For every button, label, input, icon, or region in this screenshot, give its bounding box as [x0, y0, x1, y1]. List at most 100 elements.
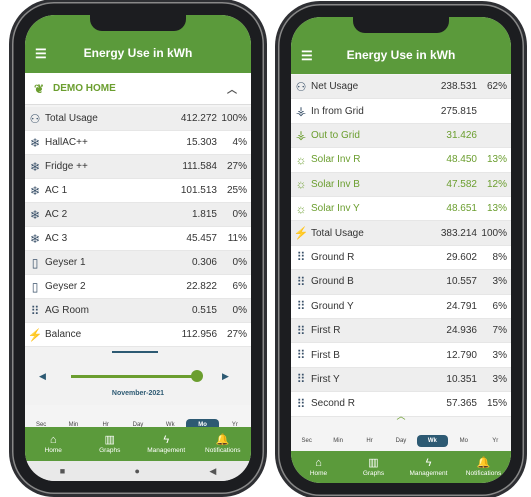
lightning-icon: ⚡	[293, 226, 309, 241]
row-value: 47.582	[446, 178, 477, 190]
tab-home[interactable]: ⌂ Home	[291, 451, 346, 483]
row-value: 31.426	[446, 129, 477, 141]
home-circle-icon[interactable]: ●	[135, 466, 140, 476]
tab-management[interactable]: ϟ Management	[401, 451, 456, 483]
tab-graphs[interactable]: ▥ Graphs	[82, 427, 139, 461]
snowflake-icon: ❄	[29, 135, 41, 150]
usage-row[interactable]: ⚶ Out to Grid 31.426	[291, 123, 511, 149]
app-title: Energy Use in kWh	[346, 48, 456, 62]
usage-row[interactable]: ⠿ AG Room 0.515 0%	[25, 299, 251, 323]
tab-home[interactable]: ⌂ Home	[25, 427, 82, 461]
usage-row[interactable]: ⚡ Balance 112.956 27%	[25, 323, 251, 347]
row-percent: 13%	[486, 154, 507, 166]
period-yr[interactable]: Yr	[480, 438, 511, 444]
notch	[90, 15, 186, 31]
arrow-right-icon[interactable]: ▶	[222, 371, 229, 382]
chart-area: ◀ ▶ November-2021	[25, 347, 251, 405]
grid-dots-icon: ⠿	[296, 274, 306, 289]
row-percent: 15%	[486, 398, 507, 410]
row-value: 275.815	[440, 105, 477, 117]
tab-label: Notifications	[205, 447, 241, 454]
usage-row[interactable]: ▯ Geyser 1 0.306 0%	[25, 251, 251, 275]
usage-row[interactable]: ▯ Geyser 2 22.822 6%	[25, 275, 251, 299]
home-name: DEMO HOME	[53, 83, 116, 94]
tab-label: Notifications	[465, 470, 502, 477]
usage-row[interactable]: ☼ Solar Inv Y 48.651 13%	[291, 197, 511, 222]
row-percent: 12%	[486, 178, 507, 190]
row-value: 10.557	[446, 276, 477, 288]
tab-graphs[interactable]: ▥ Graphs	[346, 451, 401, 483]
usage-row[interactable]: ⠿ First B 12.790 3%	[291, 343, 511, 368]
grid-dots-icon: ⠿	[296, 299, 306, 314]
snowflake-icon: ❄	[29, 159, 41, 174]
row-value: 29.602	[446, 251, 477, 263]
usage-row[interactable]: ❄ AC 3 45.457 11%	[25, 227, 251, 251]
usage-row[interactable]: ⠿ Ground R 29.602 8%	[291, 245, 511, 271]
usage-row[interactable]: ⚡ Total Usage 383.214 100%	[291, 221, 511, 246]
tab-label: Home	[309, 470, 328, 477]
row-label: AC 1	[45, 185, 68, 196]
row-label: Ground R	[311, 251, 355, 263]
chevron-up-icon[interactable]: ︿	[227, 81, 251, 96]
usage-row[interactable]: ❄ Fridge ++ 111.584 27%	[25, 155, 251, 179]
grid-dots-icon: ⠿	[296, 323, 306, 338]
row-percent: 6%	[232, 281, 247, 292]
row-value: 0.515	[191, 305, 217, 316]
tab-label: Management	[409, 470, 448, 477]
row-percent: 0%	[232, 257, 247, 268]
row-value: 112.956	[181, 329, 217, 340]
row-value: 10.351	[446, 373, 477, 385]
period-day[interactable]: Day	[385, 438, 416, 444]
row-value: 48.651	[446, 203, 477, 215]
period-sec[interactable]: Sec	[291, 438, 322, 444]
row-label: Balance	[45, 329, 82, 340]
usage-row[interactable]: ⚶ In from Grid 275.815	[291, 99, 511, 124]
row-value: 22.822	[186, 281, 217, 292]
row-label: Geyser 2	[45, 281, 86, 292]
tower-icon: ⚶	[295, 128, 307, 143]
usage-row[interactable]: ⠿ Ground B 10.557 3%	[291, 270, 511, 295]
row-label: First Y	[311, 373, 340, 385]
row-percent: 62%	[486, 81, 507, 93]
row-label: Out to Grid	[311, 129, 360, 141]
usage-row[interactable]: ⠿ First Y 10.351 3%	[291, 367, 511, 393]
usage-row[interactable]: ❄ AC 1 101.513 25%	[25, 179, 251, 203]
snowflake-icon: ❄	[29, 231, 41, 246]
date-slider-thumb[interactable]	[191, 370, 203, 382]
lightning-icon: ⚡	[27, 327, 43, 342]
row-value: 45.457	[186, 233, 217, 244]
usage-row[interactable]: ❄ AC 2 1.815 0%	[25, 203, 251, 227]
usage-row[interactable]: ☼ Solar Inv R 48.450 13%	[291, 148, 511, 173]
row-value: 57.365	[446, 398, 477, 410]
usage-row[interactable]: ⚇ Total Usage 412.272 100%	[25, 107, 251, 131]
usage-row[interactable]: ⚇ Net Usage 238.531 62%	[291, 75, 511, 100]
recent-apps-icon[interactable]: ■	[60, 466, 65, 476]
chevron-up-icon[interactable]: ︿	[291, 409, 511, 423]
usage-row[interactable]: ❄ HallAC++ 15.303 4%	[25, 131, 251, 155]
graphs-icon: ▥	[368, 457, 379, 469]
back-icon[interactable]: ◀	[209, 466, 216, 477]
tab-management[interactable]: ϟ Management	[138, 427, 195, 461]
usage-row[interactable]: ⠿ First R 24.936 7%	[291, 319, 511, 344]
row-percent: 27%	[226, 329, 247, 340]
row-percent: 6%	[492, 300, 507, 312]
row-label: In from Grid	[311, 105, 364, 117]
period-mo[interactable]: Mo	[448, 438, 479, 444]
phone-right: ☰ Energy Use in kWh ⚇ Net Usage 238.531 62%…	[278, 4, 524, 496]
period-hr[interactable]: Hr	[354, 438, 385, 444]
row-label: First R	[311, 325, 341, 337]
usage-row[interactable]: ☼ Solar Inv B 47.582 12%	[291, 172, 511, 197]
period-wk[interactable]: Wk	[416, 435, 449, 447]
notifications-icon: 🔔	[476, 457, 491, 469]
row-label: Total Usage	[45, 113, 98, 124]
period-min[interactable]: Min	[322, 438, 353, 444]
arrow-left-icon[interactable]: ◀	[39, 371, 46, 382]
tab-notifications[interactable]: 🔔 Notifications	[456, 451, 511, 483]
date-slider-track[interactable]	[71, 375, 199, 378]
tab-notifications[interactable]: 🔔 Notifications	[195, 427, 252, 461]
row-percent: 27%	[226, 161, 247, 172]
usage-row[interactable]: ⠿ Ground Y 24.791 6%	[291, 294, 511, 319]
home-header[interactable]: ❦ DEMO HOME ︿	[25, 73, 251, 105]
row-label: Solar Inv Y	[311, 203, 360, 215]
leaf-icon: ❦	[33, 81, 45, 96]
